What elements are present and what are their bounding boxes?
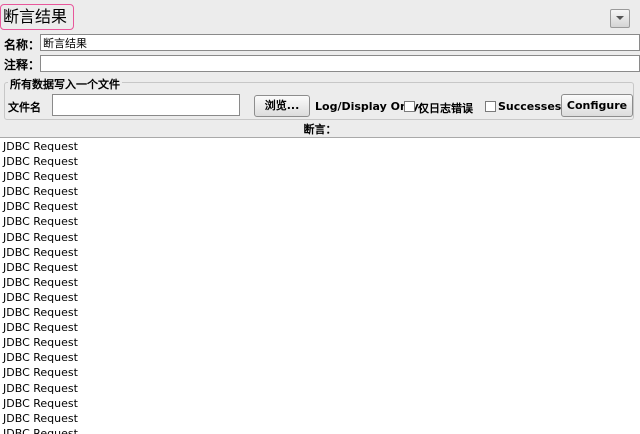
title-bar: 断言结果 <box>0 0 640 32</box>
results-panel[interactable]: JDBC Request JDBC Request JDBC Request JDBC… <box>0 137 640 434</box>
result-item[interactable]: JDBC Request <box>3 290 78 305</box>
result-item[interactable]: JDBC Request <box>3 381 78 396</box>
collapse-button[interactable] <box>610 9 630 28</box>
filename-label: 文件名 <box>8 101 41 114</box>
result-item[interactable]: JDBC Request <box>3 275 78 290</box>
result-item[interactable]: JDBC Request <box>3 154 78 169</box>
result-item[interactable]: JDBC Request <box>3 320 78 335</box>
comment-input[interactable] <box>40 55 640 72</box>
browse-button[interactable]: 浏览... <box>254 95 310 117</box>
name-input[interactable] <box>40 34 640 51</box>
result-item[interactable]: JDBC Request <box>3 214 78 229</box>
result-item[interactable]: JDBC Request <box>3 230 78 245</box>
results-header: 断言： <box>303 123 337 136</box>
filename-input[interactable] <box>52 94 240 116</box>
errors-only-checkbox[interactable] <box>404 101 415 112</box>
result-item[interactable]: JDBC Request <box>3 184 78 199</box>
errors-only-label: 仅日志错误 <box>418 102 473 115</box>
results-list: JDBC Request JDBC Request JDBC Request JDBC… <box>3 139 78 434</box>
name-label: 名称： <box>4 38 41 52</box>
result-item[interactable]: JDBC Request <box>3 169 78 184</box>
result-item[interactable]: JDBC Request <box>3 245 78 260</box>
result-item[interactable]: JDBC Request <box>3 350 78 365</box>
result-item[interactable]: JDBC Request <box>3 335 78 350</box>
successes-checkbox[interactable] <box>485 101 496 112</box>
result-item[interactable]: JDBC Request <box>3 396 78 411</box>
configure-button[interactable]: Configure <box>561 94 633 117</box>
write-to-file-legend: 所有数据写入一个文件 <box>8 76 122 92</box>
result-item[interactable]: JDBC Request <box>3 411 78 426</box>
chevron-down-icon <box>616 16 624 20</box>
result-item[interactable]: JDBC Request <box>3 199 78 214</box>
result-item[interactable]: JDBC Request <box>3 365 78 380</box>
panel-title: 断言结果 <box>0 4 75 30</box>
result-item[interactable]: JDBC Request <box>3 260 78 275</box>
result-item[interactable]: JDBC Request <box>3 139 78 154</box>
result-item[interactable]: JDBC Request <box>3 305 78 320</box>
comment-label: 注释： <box>4 58 41 72</box>
successes-label: Successes <box>498 100 562 113</box>
